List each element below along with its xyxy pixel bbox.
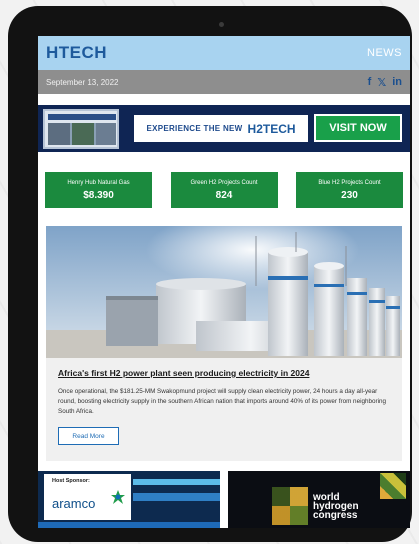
camera-icon bbox=[219, 22, 224, 27]
date-bar: September 13, 2022 f 𝕏 in bbox=[38, 70, 410, 94]
article-summary: Once operational, the $181.25-MM Swakopm… bbox=[58, 388, 386, 415]
banner-message: EXPERIENCE THE NEW H2TECH bbox=[134, 115, 308, 142]
logo-h: H bbox=[46, 43, 59, 62]
mosaic-graphic bbox=[272, 487, 308, 525]
stat-green-h2: Green H2 Projects Count 824 bbox=[170, 172, 278, 208]
event-title-line: congress bbox=[313, 510, 358, 521]
news-label: NEWS bbox=[367, 47, 402, 59]
social-links: f 𝕏 in bbox=[368, 76, 402, 89]
event-title: world hydrogen congress bbox=[313, 493, 359, 521]
host-sponsor-label: Host Sponsor: bbox=[52, 478, 90, 484]
twitter-icon[interactable]: 𝕏 bbox=[377, 76, 386, 89]
stat-blue-h2: Blue H2 Projects Count 230 bbox=[296, 172, 403, 208]
stat-value: 824 bbox=[215, 189, 233, 201]
stat-label: Green H2 Projects Count bbox=[190, 179, 258, 186]
article-title[interactable]: Africa's first H2 power plant seen produ… bbox=[58, 368, 390, 378]
promo-banner[interactable]: EXPERIENCE THE NEW H2TECH VISIT NOW bbox=[38, 105, 410, 152]
aramco-star-icon bbox=[111, 490, 125, 504]
aramco-logo-text: aramco bbox=[52, 496, 96, 511]
newsletter-screen: HTECH NEWS September 13, 2022 f 𝕏 in EXP… bbox=[38, 36, 410, 528]
stat-label: Henry Hub Natural Gas bbox=[67, 179, 130, 186]
read-more-button[interactable]: Read More bbox=[58, 427, 119, 445]
stat-label: Blue H2 Projects Count bbox=[318, 179, 381, 186]
power-plant-image[interactable] bbox=[46, 226, 402, 358]
site-header: HTECH NEWS bbox=[38, 36, 410, 70]
linkedin-icon[interactable]: in bbox=[392, 76, 402, 89]
sponsor-card: Host Sponsor: aramco bbox=[44, 474, 131, 520]
host-sponsor-banner[interactable]: Host Sponsor: aramco bbox=[38, 471, 220, 528]
stat-value: 230 bbox=[341, 189, 358, 201]
mosaic-graphic-small bbox=[380, 473, 406, 499]
issue-date: September 13, 2022 bbox=[46, 77, 119, 87]
facebook-icon[interactable]: f bbox=[368, 76, 372, 89]
tablet-frame: HTECH NEWS September 13, 2022 f 𝕏 in EXP… bbox=[8, 6, 412, 542]
banner-brand-logo: H2TECH bbox=[247, 121, 296, 136]
visit-now-button[interactable]: VISIT NOW bbox=[314, 114, 402, 142]
stat-henry-hub: Henry Hub Natural Gas $8.390 bbox=[45, 172, 152, 208]
page-background: HTECH NEWS September 13, 2022 f 𝕏 in EXP… bbox=[0, 0, 419, 544]
h2tech-logo[interactable]: HTECH bbox=[46, 43, 107, 63]
stat-value: $8.390 bbox=[83, 189, 114, 201]
logo-tech: TECH bbox=[58, 43, 108, 62]
featured-article: Africa's first H2 power plant seen produ… bbox=[46, 226, 402, 461]
stats-row: Henry Hub Natural Gas $8.390 Green H2 Pr… bbox=[38, 172, 410, 208]
website-screenshot-image bbox=[43, 109, 119, 149]
banner-text: EXPERIENCE THE NEW bbox=[146, 124, 243, 133]
world-hydrogen-congress-banner[interactable]: world hydrogen congress bbox=[228, 471, 410, 528]
